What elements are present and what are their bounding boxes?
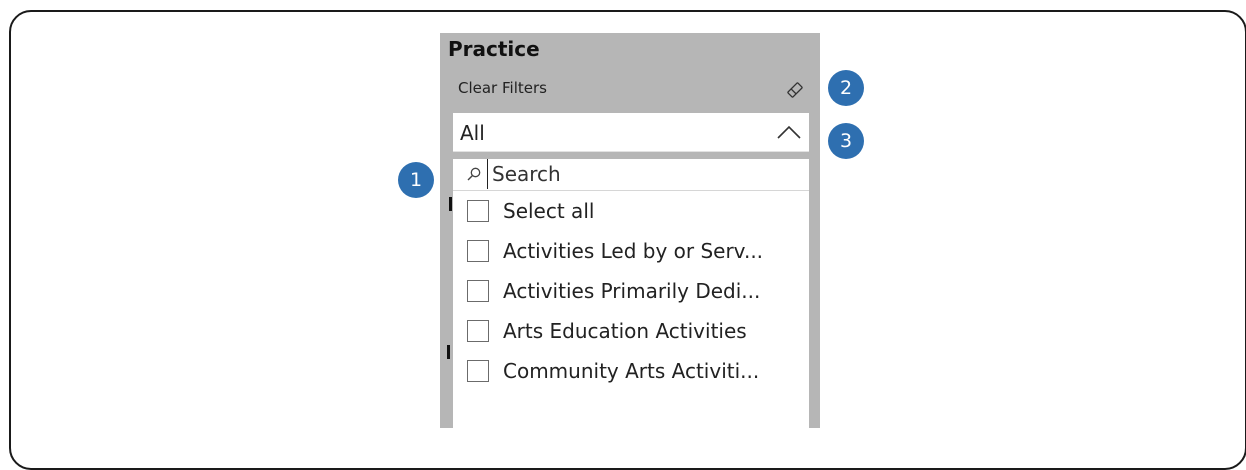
callout-badge-1: 1 [398, 162, 434, 198]
clear-filters-label: Clear Filters [458, 79, 547, 97]
item-label: Select all [503, 199, 595, 223]
list-item[interactable]: Activities Primarily Dedi... [453, 271, 809, 311]
slicer-items: Select all Activities Led by or Serv... … [453, 191, 809, 391]
slicer-title: Practice [448, 37, 540, 61]
list-item[interactable]: Select all [453, 191, 809, 231]
callout-badge-3: 3 [828, 123, 864, 159]
item-label: Activities Led by or Serv... [503, 239, 764, 263]
clipped-text-fragment [449, 197, 452, 211]
list-item[interactable]: Activities Led by or Serv... [453, 231, 809, 271]
checkbox[interactable] [467, 280, 489, 302]
item-label: Activities Primarily Dedi... [503, 279, 761, 303]
practice-slicer: Practice Clear Filters All Search Select… [440, 33, 820, 428]
list-item[interactable]: Arts Education Activities [453, 311, 809, 351]
clipped-text-fragment [447, 345, 450, 359]
list-item[interactable]: Community Arts Activiti... [453, 351, 809, 391]
eraser-icon[interactable] [785, 80, 805, 100]
checkbox[interactable] [467, 360, 489, 382]
dropdown-selected-value: All [460, 121, 485, 145]
item-label: Community Arts Activiti... [503, 359, 760, 383]
slicer-list: Select all Activities Led by or Serv... … [453, 159, 809, 428]
slicer-dropdown[interactable]: All [453, 113, 809, 152]
search-input[interactable] [487, 159, 802, 189]
checkbox[interactable] [467, 200, 489, 222]
checkbox[interactable] [467, 240, 489, 262]
checkbox[interactable] [467, 320, 489, 342]
callout-badge-2: 2 [828, 70, 864, 106]
search-row [453, 159, 809, 191]
chevron-up-icon[interactable] [775, 123, 803, 141]
search-icon [466, 166, 482, 182]
item-label: Arts Education Activities [503, 319, 747, 343]
